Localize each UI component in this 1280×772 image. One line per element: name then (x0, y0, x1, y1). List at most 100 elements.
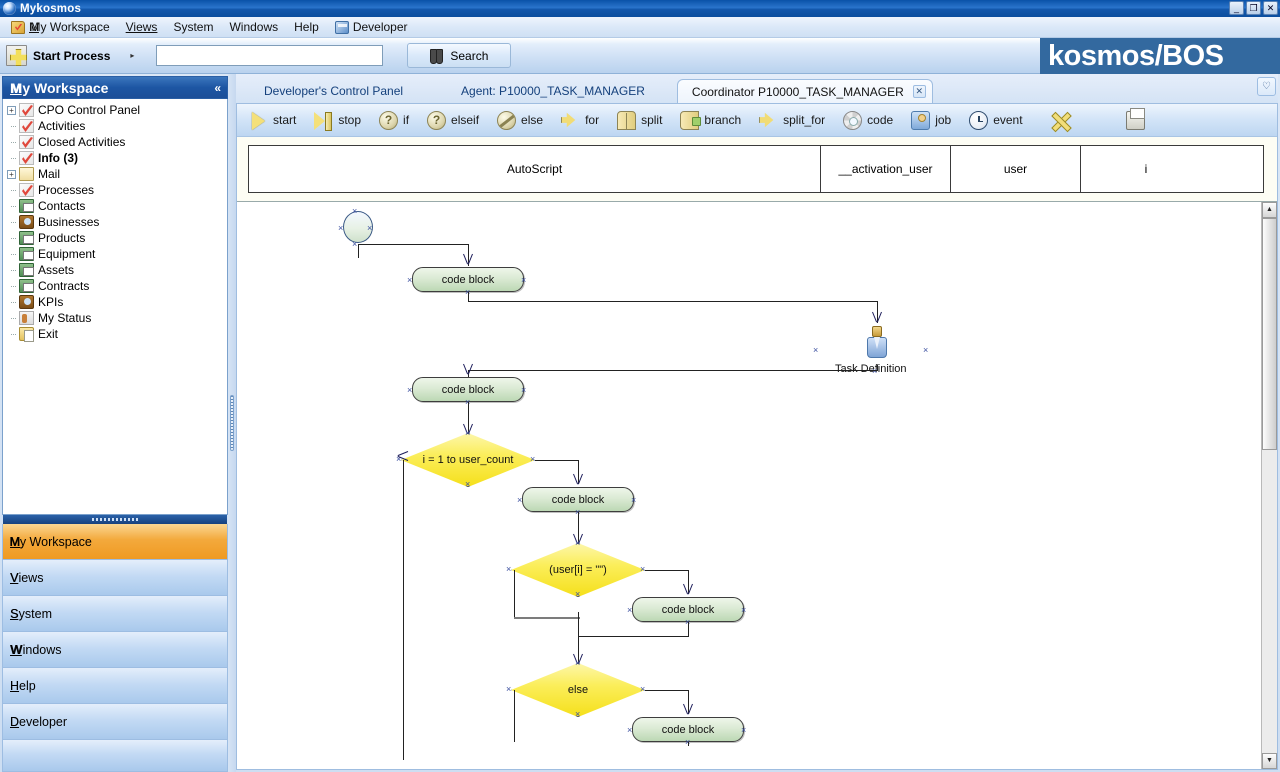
close-button[interactable]: ✕ (1263, 1, 1278, 15)
scroll-track[interactable] (1262, 218, 1277, 753)
handle-icon[interactable]: × (407, 276, 412, 285)
menu-item-views[interactable]: Views (119, 18, 165, 36)
tab-developers-control-panel[interactable]: Developer's Control Panel (250, 79, 417, 103)
handle-icon[interactable]: × (741, 606, 746, 615)
canvas-vertical-scrollbar[interactable]: ▲ ▼ (1261, 202, 1277, 769)
sidebar-splitter[interactable] (3, 515, 227, 524)
handle-icon[interactable]: × (575, 539, 580, 548)
search-button[interactable]: Search (407, 43, 512, 68)
handle-icon[interactable]: × (575, 710, 580, 719)
handle-icon[interactable]: × (627, 606, 632, 615)
handle-icon[interactable]: × (465, 429, 470, 438)
toolbar-button-job[interactable]: job (911, 110, 951, 130)
flow-node-task-definition[interactable] (865, 326, 889, 358)
tab-label: Agent: P10000_TASK_MANAGER (461, 84, 645, 98)
menu-item-windows[interactable]: Windows (222, 18, 285, 36)
nav-button-my-workspace[interactable]: MMy Workspace (2, 524, 228, 560)
nav-button-system[interactable]: SSystem (2, 596, 228, 632)
tree-item-closed-activities[interactable]: Closed Activities (7, 134, 227, 150)
handle-icon[interactable]: × (352, 240, 357, 249)
tree-item-kpis[interactable]: KPIs (7, 294, 227, 310)
handle-icon[interactable]: × (521, 276, 526, 285)
tab-menu-button[interactable]: ♡ (1257, 77, 1276, 96)
tree-item-exit[interactable]: Exit (7, 326, 227, 342)
toolbar-button-start[interactable]: start (249, 111, 296, 130)
handle-icon[interactable]: × (575, 659, 580, 668)
handle-icon[interactable]: × (521, 386, 526, 395)
handle-icon[interactable]: × (923, 346, 928, 355)
toolbar-button-event[interactable]: event (969, 110, 1023, 130)
toolbar-label: else (521, 113, 544, 127)
toolbar-button-delete[interactable] (1051, 111, 1070, 130)
tree-item-cpo-control-panel[interactable]: + CPO Control Panel (7, 102, 227, 118)
toolbar-button-elseif[interactable]: elseif (427, 110, 479, 130)
toolbar-label: split_for (783, 113, 826, 127)
handle-icon[interactable]: × (741, 726, 746, 735)
tree-item-businesses[interactable]: Businesses (7, 214, 227, 230)
handle-icon[interactable]: × (631, 496, 636, 505)
tree-item-products[interactable]: Products (7, 230, 227, 246)
tree-item-processes[interactable]: Processes (7, 182, 227, 198)
expander-icon[interactable]: + (7, 105, 16, 115)
toolbar-button-else[interactable]: else (497, 110, 544, 130)
tree-item-info[interactable]: Info (3) (7, 150, 227, 166)
handle-icon[interactable]: × (627, 726, 632, 735)
toolbar-button-stop[interactable]: stop (314, 111, 361, 131)
handle-icon[interactable]: × (338, 224, 343, 233)
toolbar-button-code[interactable]: code (843, 110, 893, 130)
nav-button-help[interactable]: HHelp (2, 668, 228, 704)
handle-icon[interactable]: × (367, 224, 372, 233)
handle-icon[interactable]: × (352, 207, 357, 216)
handle-icon[interactable]: × (517, 496, 522, 505)
collapse-icon[interactable]: « (214, 81, 221, 95)
tab-agent-p10000-task-manager[interactable]: Agent: P10000_TASK_MANAGER (447, 79, 659, 103)
search-input[interactable] (156, 45, 384, 66)
menu-item-my-workspace[interactable]: MMy Workspace (4, 18, 117, 36)
vertical-splitter[interactable] (228, 74, 236, 772)
handle-icon[interactable]: × (506, 685, 511, 694)
handle-icon[interactable]: × (465, 480, 470, 489)
tree-item-contacts[interactable]: Contacts (7, 198, 227, 214)
brand-logo: kosmos/BOS (1040, 38, 1280, 74)
header-cell-activation-user[interactable]: __activation_user (821, 146, 951, 192)
header-cell-autoscript[interactable]: AutoScript (249, 146, 821, 192)
minimize-button[interactable]: _ (1229, 1, 1244, 15)
tree-item-assets[interactable]: Assets (7, 262, 227, 278)
flow-node-label: i = 1 to user_count (422, 454, 514, 466)
handle-icon[interactable]: × (813, 346, 818, 355)
tree-item-activities[interactable]: Activities (7, 118, 227, 134)
toolbar-button-split-for[interactable]: split_for (759, 111, 825, 130)
header-cell-user[interactable]: user (951, 146, 1081, 192)
flow-canvas[interactable]: × × × × code block × × × (237, 202, 1261, 769)
tree-item-mail[interactable]: + Mail (7, 166, 227, 182)
handle-icon[interactable]: × (575, 590, 580, 599)
tree-item-equipment[interactable]: Equipment (7, 246, 227, 262)
scroll-thumb[interactable] (1262, 218, 1277, 450)
chevron-right-icon[interactable]: ▸ (130, 51, 134, 60)
tab-coordinator-p10000-task-manager[interactable]: Coordinator P10000_TASK_MANAGER ✕ (676, 79, 933, 103)
handle-icon[interactable]: × (506, 565, 511, 574)
restore-button[interactable]: ❐ (1246, 1, 1261, 15)
tree-item-my-status[interactable]: My Status (7, 310, 227, 326)
toolbar-button-if[interactable]: if (379, 110, 409, 130)
header-cell-i[interactable]: i (1081, 146, 1211, 192)
start-process-button[interactable]: Start Process ▸ (6, 45, 134, 66)
toolbar-button-print[interactable] (1125, 107, 1145, 130)
tree-connector (7, 214, 17, 230)
nav-button-views[interactable]: VViews (2, 560, 228, 596)
toolbar-button-split[interactable]: split (617, 110, 662, 130)
toolbar-button-branch[interactable]: branch (680, 110, 741, 130)
scroll-down-button[interactable]: ▼ (1262, 753, 1277, 769)
handle-icon[interactable]: × (407, 386, 412, 395)
close-icon[interactable]: ✕ (912, 85, 926, 98)
menu-item-developer[interactable]: Developer (328, 18, 415, 36)
scroll-up-button[interactable]: ▲ (1262, 202, 1277, 218)
toolbar-button-for[interactable]: for (561, 111, 599, 130)
menu-item-help[interactable]: Help (287, 18, 326, 36)
tree-item-contracts[interactable]: Contracts (7, 278, 227, 294)
card-icon (19, 263, 34, 277)
menu-item-system[interactable]: System (166, 18, 220, 36)
expander-icon[interactable]: + (7, 169, 16, 179)
nav-button-developer[interactable]: DDeveloper (2, 704, 228, 740)
nav-button-windows[interactable]: WWindows (2, 632, 228, 668)
